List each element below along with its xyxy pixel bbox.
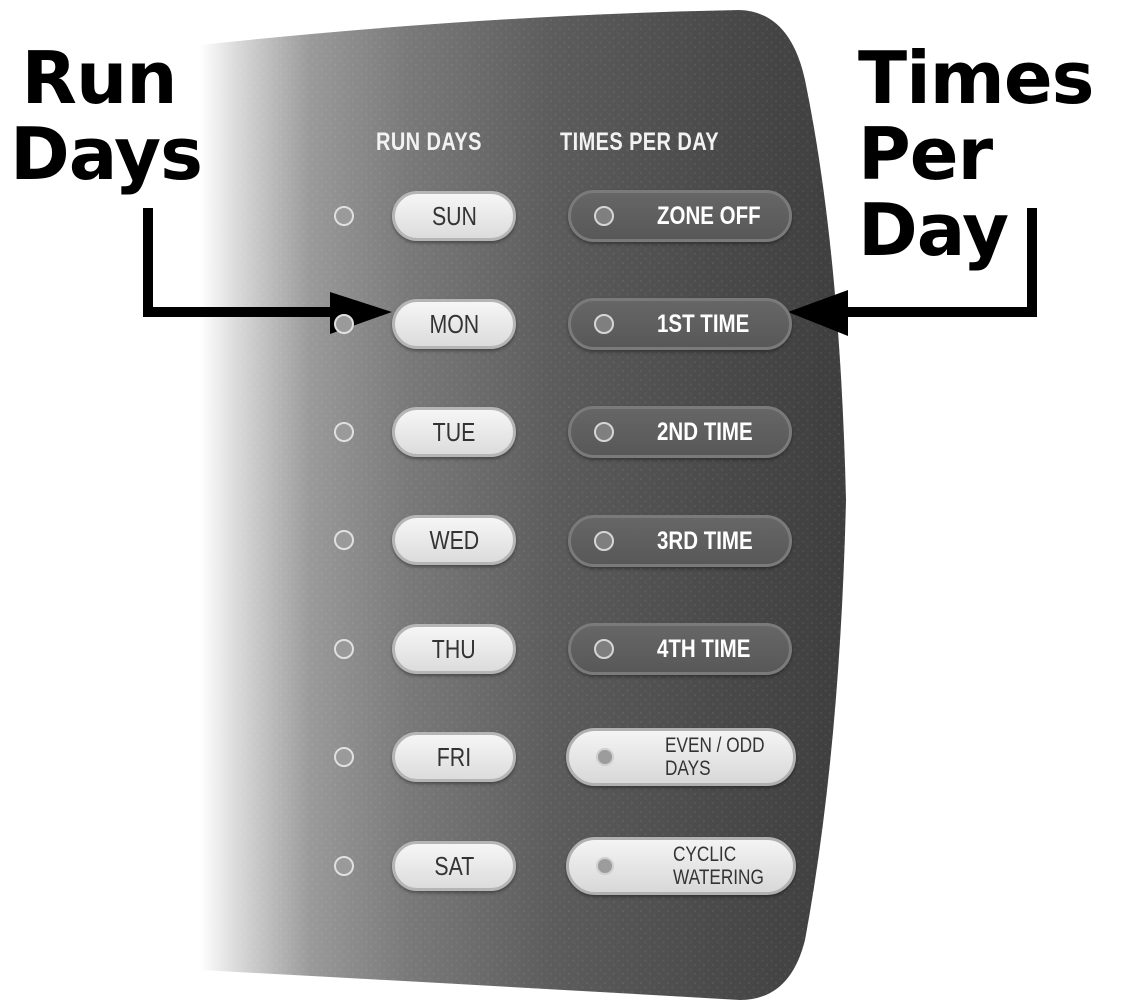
times-per-day-callout: Times Per Day	[858, 40, 1140, 268]
fri-button-label: FRI	[436, 741, 472, 772]
run-days-callout-line-2: Days	[10, 112, 203, 196]
second-time-button[interactable]: 2ND TIME	[568, 406, 792, 458]
mon-indicator-led	[334, 314, 354, 334]
even-odd-days-label-line-1: EVEN / ODD	[665, 734, 765, 757]
times-per-day-callout-line-1: Times	[858, 36, 1095, 120]
fourth-time-indicator-led	[594, 639, 614, 659]
fri-indicator-led	[334, 747, 354, 767]
sun-indicator-led	[334, 206, 354, 226]
third-time-indicator-led	[594, 531, 614, 551]
run-days-header: RUN DAYS	[376, 128, 482, 156]
cyclic-watering-indicator-led	[596, 857, 614, 875]
sat-button-label: SAT	[434, 850, 474, 881]
sun-button-label: SUN	[431, 200, 477, 231]
zone-off-label: ZONE OFF	[657, 201, 761, 230]
second-time-indicator-led	[594, 422, 614, 442]
thu-button[interactable]: THU	[392, 624, 516, 674]
run-days-callout: Run Days	[10, 36, 203, 196]
wed-button[interactable]: WED	[392, 515, 516, 565]
wed-indicator-led	[334, 530, 354, 550]
tue-indicator-led	[334, 422, 354, 442]
second-time-label: 2ND TIME	[657, 417, 753, 446]
sat-indicator-led	[334, 856, 354, 876]
mon-button[interactable]: MON	[392, 299, 516, 349]
cyclic-watering-label-line-2: WATERING	[673, 866, 764, 889]
tue-button[interactable]: TUE	[392, 407, 516, 457]
tue-button-label: TUE	[432, 416, 476, 447]
first-time-button[interactable]: 1ST TIME	[568, 298, 792, 350]
third-time-label: 3RD TIME	[657, 526, 753, 555]
fourth-time-button[interactable]: 4TH TIME	[568, 623, 792, 675]
thu-button-label: THU	[432, 633, 476, 664]
first-time-label: 1ST TIME	[657, 309, 750, 338]
cyclic-watering-button[interactable]: CYCLIC WATERING	[566, 837, 796, 895]
even-odd-days-label: EVEN / ODD DAYS	[665, 734, 765, 780]
mon-button-label: MON	[429, 308, 479, 339]
sun-button[interactable]: SUN	[392, 191, 516, 241]
fri-button[interactable]: FRI	[392, 732, 516, 782]
zone-off-button[interactable]: ZONE OFF	[568, 190, 792, 242]
times-per-day-callout-line-2: Per Day	[858, 112, 1009, 272]
even-odd-days-indicator-led	[596, 748, 614, 766]
sat-button[interactable]: SAT	[392, 841, 516, 891]
wed-button-label: WED	[429, 524, 479, 555]
even-odd-days-button[interactable]: EVEN / ODD DAYS	[566, 728, 796, 786]
zone-off-indicator-led	[594, 206, 614, 226]
times-per-day-header: TIMES PER DAY	[560, 128, 719, 156]
fourth-time-label: 4TH TIME	[657, 634, 751, 663]
run-days-callout-line-1: Run	[21, 36, 178, 120]
thu-indicator-led	[334, 639, 354, 659]
first-time-indicator-led	[594, 314, 614, 334]
third-time-button[interactable]: 3RD TIME	[568, 515, 792, 567]
cyclic-watering-label: CYCLIC WATERING	[673, 843, 764, 889]
even-odd-days-label-line-2: DAYS	[665, 757, 711, 780]
cyclic-watering-label-line-1: CYCLIC	[673, 843, 737, 866]
